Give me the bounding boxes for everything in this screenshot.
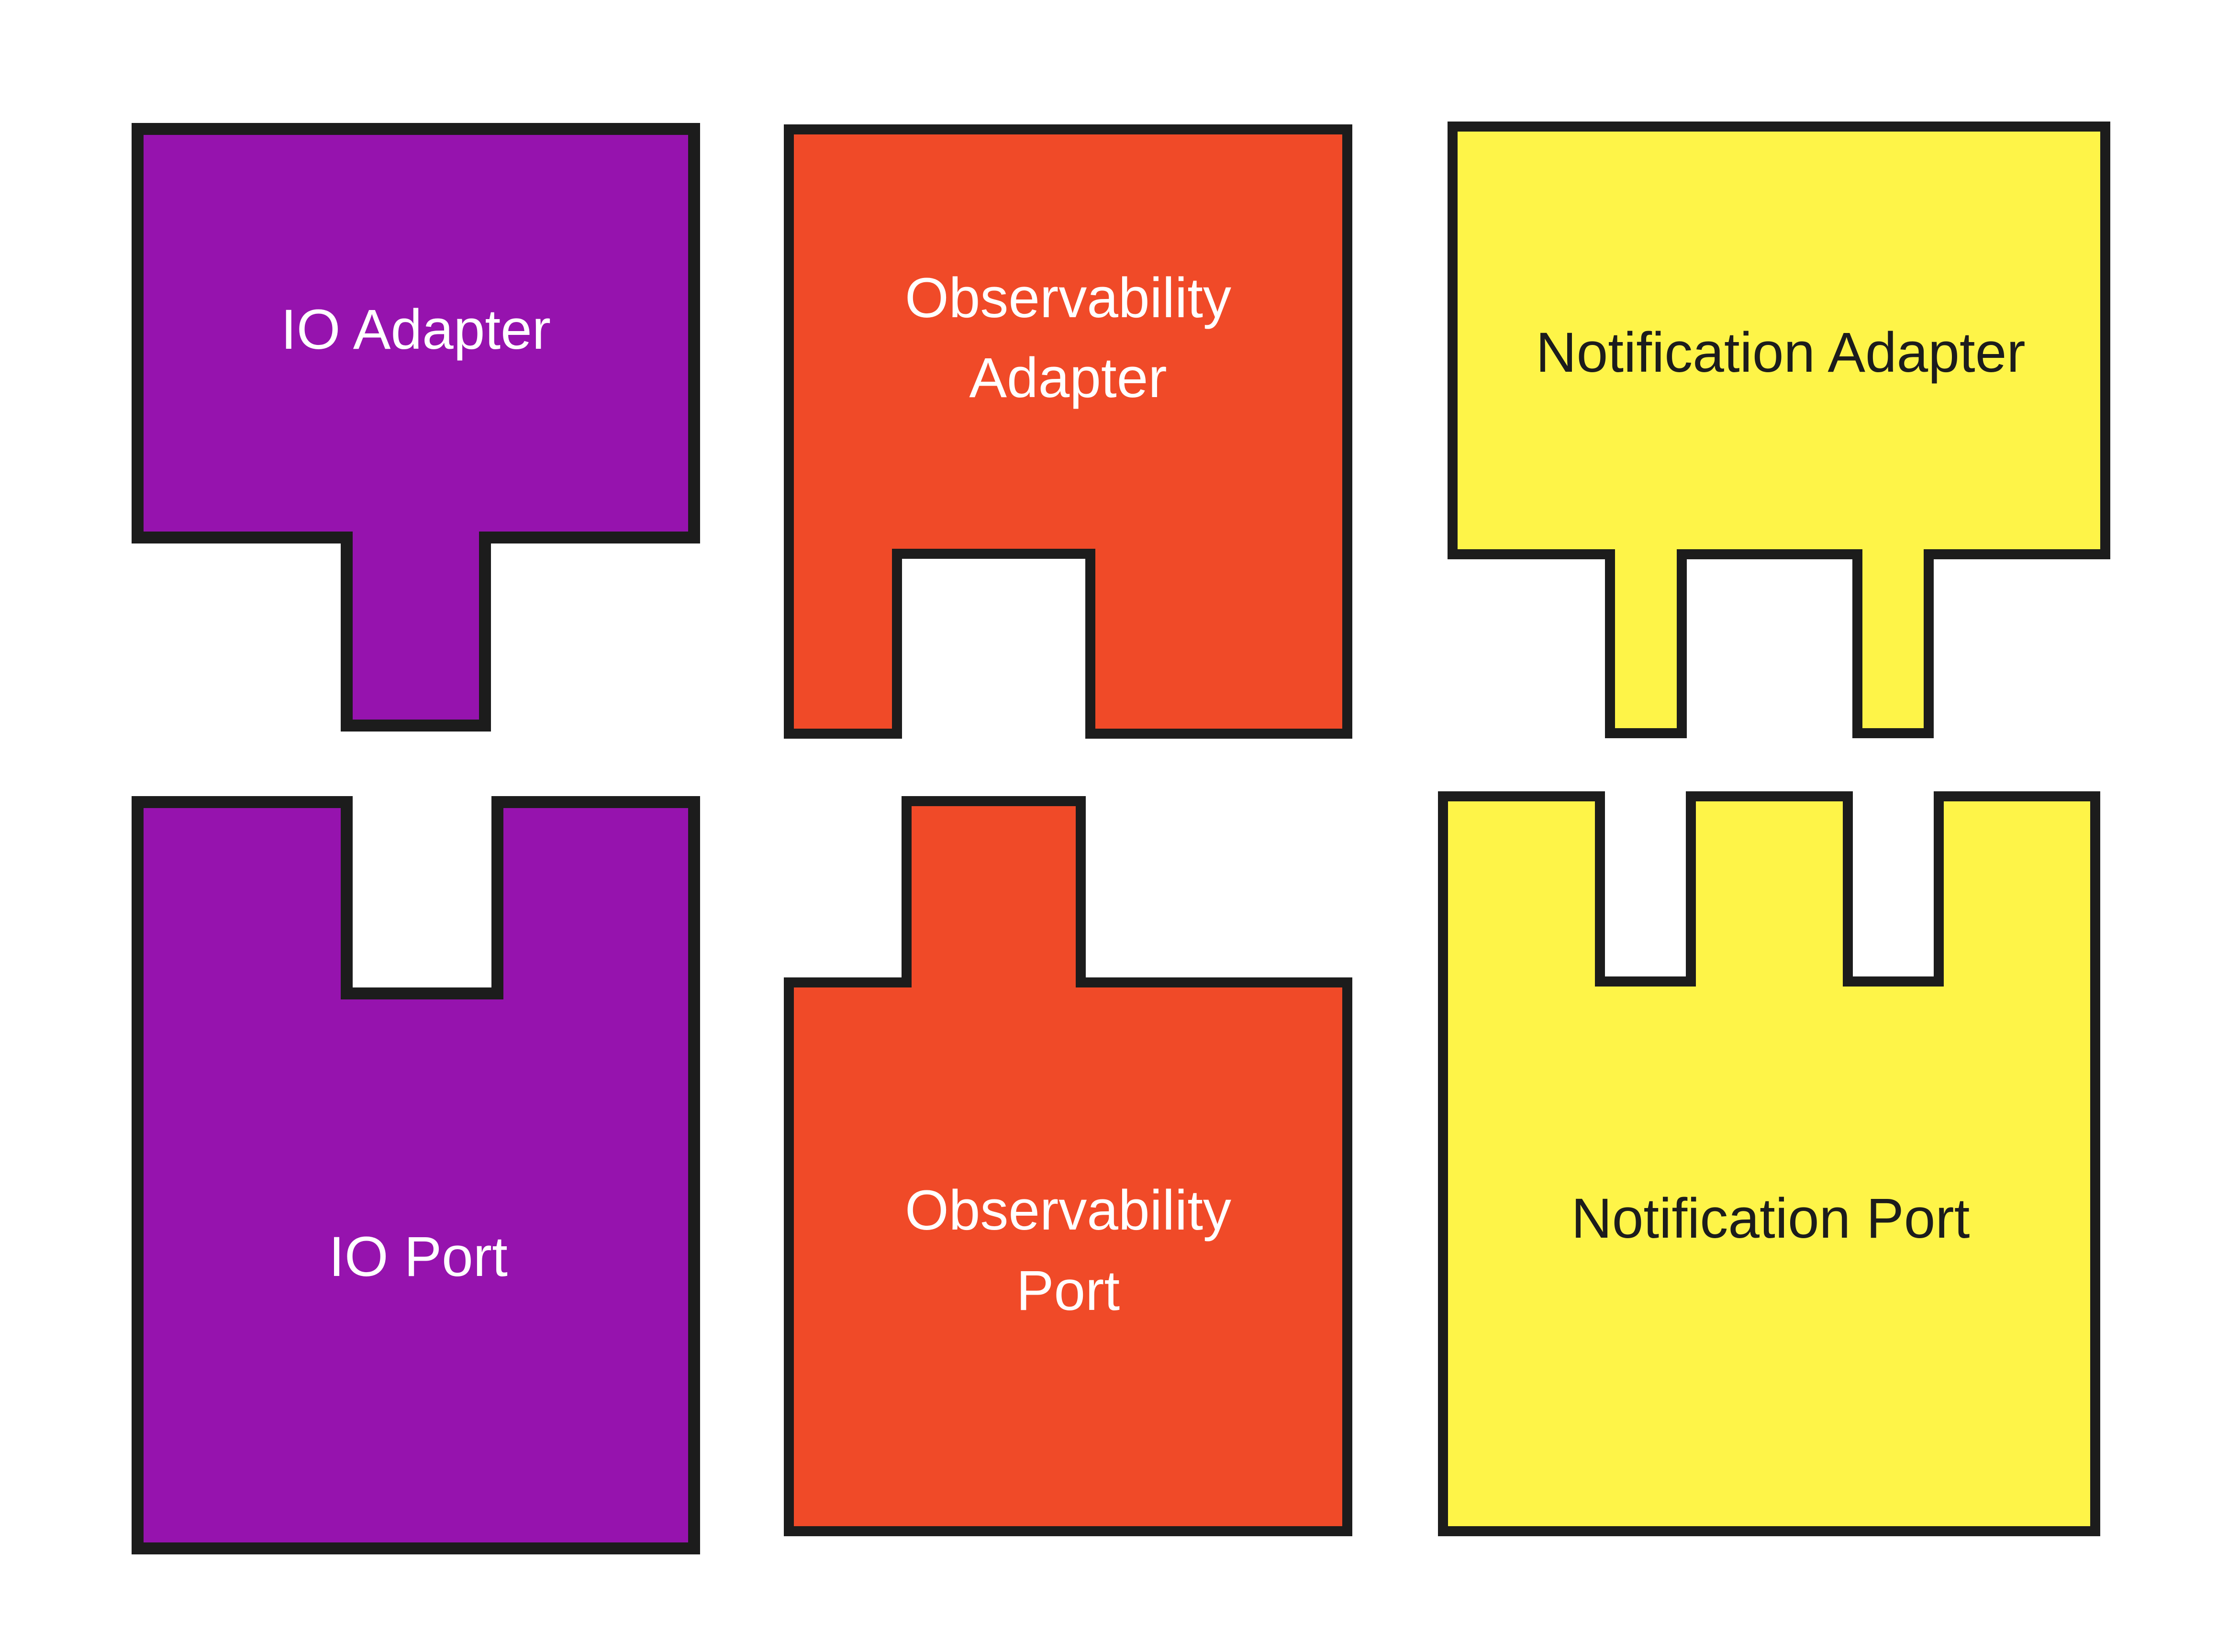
notification-port-label: Notification Port	[1571, 1187, 1970, 1250]
observability-port: Observability Port	[784, 796, 1352, 1536]
io-adapter-shape	[132, 123, 700, 732]
notification-adapter-shape	[1448, 122, 2110, 738]
observability-port-shape	[784, 796, 1352, 1536]
notification-adapter: Notification Adapter	[1448, 122, 2110, 738]
observability-adapter-label-line2: Adapter	[969, 346, 1167, 410]
observability-adapter-label: Observability	[905, 266, 1231, 330]
notification-adapter-label: Notification Adapter	[1536, 321, 2025, 384]
io-port-shape	[132, 796, 700, 1554]
observability-port-label: Observability	[905, 1179, 1231, 1242]
notification-port: Notification Port	[1438, 791, 2100, 1536]
io-adapter: IO Adapter	[132, 123, 700, 732]
ports-adapters-diagram: IO Adapter Observability Adapter Notific…	[132, 122, 2110, 1554]
notification-port-shape	[1438, 791, 2100, 1536]
observability-adapter-shape	[784, 124, 1352, 739]
observability-port-label-line2: Port	[1016, 1259, 1120, 1322]
io-adapter-label: IO Adapter	[281, 298, 551, 361]
observability-adapter: Observability Adapter	[784, 124, 1352, 739]
io-port: IO Port	[132, 796, 700, 1554]
io-port-label: IO Port	[329, 1225, 508, 1288]
